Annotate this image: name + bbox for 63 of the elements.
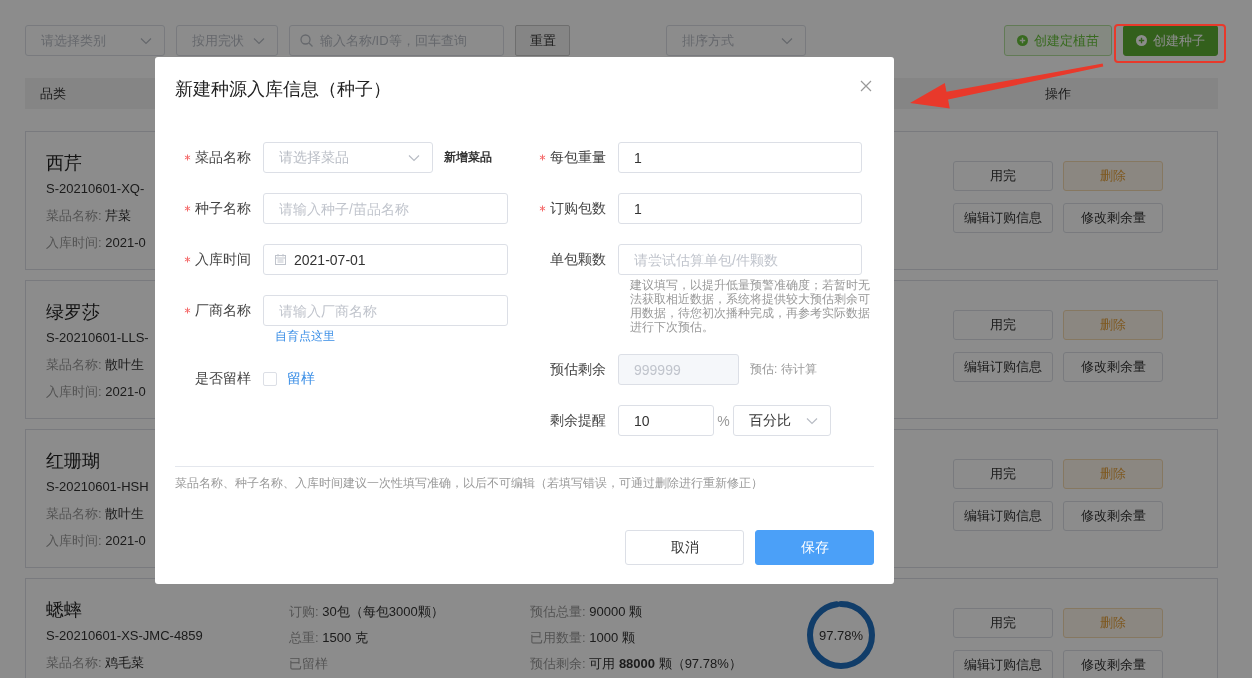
action-button[interactable]: 用完 — [953, 459, 1053, 489]
add-link[interactable]: 新增菜品 — [444, 149, 492, 166]
field-label: 厂商名称 — [195, 301, 251, 320]
action-button[interactable]: 修改剩余量 — [1063, 650, 1163, 678]
action-button[interactable]: 编辑订购信息 — [953, 352, 1053, 382]
date-field[interactable]: 2021-07-01 — [263, 244, 508, 275]
field-label: 菜品名称 — [195, 148, 251, 167]
calendar-icon — [275, 254, 286, 265]
field-label: 订购包数 — [550, 199, 606, 218]
field-label: 是否留样 — [195, 369, 251, 388]
chevron-down-icon — [408, 153, 420, 162]
action-button[interactable]: 修改剩余量 — [1063, 501, 1163, 531]
form-note: 菜品名称、种子名称、入库时间建议一次性填写准确，以后不可编辑（若填写错误，可通过删除进行重新修正） — [175, 476, 764, 490]
action-button[interactable]: 用完 — [953, 608, 1053, 638]
help-text: 建议填写，以提升低量预警准确度；若暂时无法获取相近数据，系统将提供较大预估剩余可用数据，待您初次播种完成，再参考实际数据进行下次预估。 — [630, 278, 871, 334]
search-icon — [300, 34, 313, 47]
record-code: S-20210601-LLS- — [46, 329, 149, 347]
plus-circle-icon — [1136, 35, 1147, 46]
field-label: 入库时间 — [195, 250, 251, 269]
record-code: S-20210601-HSH — [46, 478, 149, 496]
cancel-button[interactable]: 取消 — [625, 530, 744, 565]
field-label: 剩余提醒 — [550, 411, 606, 430]
column-header: 品类 — [39, 84, 66, 103]
checkbox[interactable] — [263, 371, 277, 386]
text-field[interactable]: 10 — [618, 405, 714, 436]
action-button[interactable]: 编辑订购信息 — [953, 650, 1053, 678]
record-code: S-20210601-XQ- — [46, 180, 145, 198]
action-button[interactable]: 用完 — [953, 161, 1053, 191]
text-field[interactable]: 请尝试估算单包/件颗数 — [618, 244, 862, 275]
column-header: 操作 — [1044, 84, 1072, 103]
action-button[interactable]: 用完 — [953, 310, 1053, 340]
link[interactable]: 自育点这里 — [275, 326, 335, 346]
unit-label: % — [716, 412, 731, 429]
dialog-title: 新建种源入库信息（种子） — [175, 78, 391, 101]
reset-button[interactable]: 重置 — [515, 25, 570, 56]
dropdown[interactable]: 百分比 — [733, 405, 831, 436]
text-field[interactable]: 请输入厂商名称 — [263, 295, 508, 326]
crop-name: 蟋蟀 — [46, 599, 82, 622]
crop-name: 西芹 — [46, 152, 82, 175]
progress-percent: 97.78% — [818, 627, 864, 643]
record-code: S-20210601-XS-JMC-4859 — [46, 627, 203, 645]
chevron-down-icon — [781, 36, 793, 45]
action-button[interactable]: 修改剩余量 — [1063, 203, 1163, 233]
crop-name: 绿罗莎 — [46, 301, 100, 324]
chevron-down-icon — [806, 416, 818, 425]
chevron-down-icon — [140, 36, 152, 45]
action-button[interactable]: 修改剩余量 — [1063, 352, 1163, 382]
chevron-down-icon — [253, 36, 265, 45]
close-icon[interactable] — [860, 80, 872, 92]
checkbox-label[interactable]: 留样 — [287, 369, 315, 388]
crop-name: 红珊瑚 — [46, 450, 100, 473]
field-label: 预估剩余 — [550, 360, 606, 379]
save-button[interactable]: 保存 — [755, 530, 874, 565]
field-label: 种子名称 — [195, 199, 251, 218]
estimate-text: 预估: 待计算 — [750, 361, 817, 378]
text-field[interactable]: 1 — [618, 193, 862, 224]
text-field[interactable]: 请输入种子/苗品名称 — [263, 193, 508, 224]
text-field[interactable]: 1 — [618, 142, 862, 173]
field-label: 单包颗数 — [550, 250, 606, 269]
plus-circle-icon — [1017, 35, 1028, 46]
action-button[interactable]: 编辑订购信息 — [953, 501, 1053, 531]
action-button[interactable]: 编辑订购信息 — [953, 203, 1053, 233]
field-label: 每包重量 — [550, 148, 606, 167]
